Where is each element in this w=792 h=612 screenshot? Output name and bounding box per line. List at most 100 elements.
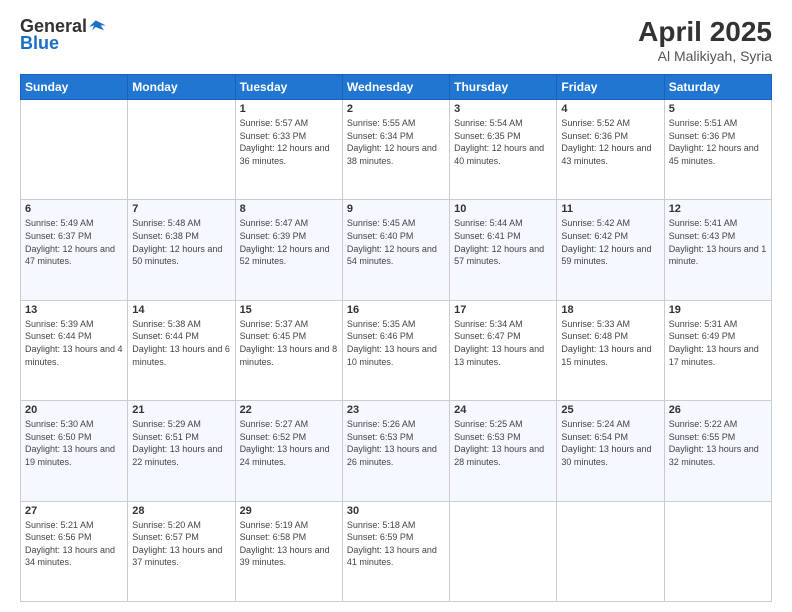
calendar-cell-w3-d7: 19 Sunrise: 5:31 AMSunset: 6:49 PMDayligh… bbox=[664, 300, 771, 400]
day-number: 6 bbox=[25, 203, 123, 215]
calendar-cell-w3-d6: 18 Sunrise: 5:33 AMSunset: 6:48 PMDayligh… bbox=[557, 300, 664, 400]
day-number: 27 bbox=[25, 505, 123, 517]
day-info: Sunrise: 5:55 AMSunset: 6:34 PMDaylight:… bbox=[347, 117, 445, 167]
calendar-cell-w3-d1: 13 Sunrise: 5:39 AMSunset: 6:44 PMDayligh… bbox=[21, 300, 128, 400]
day-number: 21 bbox=[132, 404, 230, 416]
day-number: 10 bbox=[454, 203, 552, 215]
day-number: 20 bbox=[25, 404, 123, 416]
day-number: 24 bbox=[454, 404, 552, 416]
day-number: 17 bbox=[454, 304, 552, 316]
logo: General Blue bbox=[20, 16, 109, 54]
calendar-cell-w5-d5 bbox=[450, 501, 557, 601]
col-saturday: Saturday bbox=[664, 75, 771, 100]
day-number: 8 bbox=[240, 203, 338, 215]
day-number: 13 bbox=[25, 304, 123, 316]
day-number: 4 bbox=[561, 103, 659, 115]
calendar-week-1: 1 Sunrise: 5:57 AMSunset: 6:33 PMDaylight… bbox=[21, 100, 772, 200]
day-info: Sunrise: 5:54 AMSunset: 6:35 PMDaylight:… bbox=[454, 117, 552, 167]
calendar-cell-w5-d7 bbox=[664, 501, 771, 601]
day-info: Sunrise: 5:51 AMSunset: 6:36 PMDaylight:… bbox=[669, 117, 767, 167]
calendar-cell-w2-d4: 9 Sunrise: 5:45 AMSunset: 6:40 PMDaylight… bbox=[342, 200, 449, 300]
day-info: Sunrise: 5:18 AMSunset: 6:59 PMDaylight:… bbox=[347, 519, 445, 569]
calendar-table: Sunday Monday Tuesday Wednesday Thursday… bbox=[20, 74, 772, 602]
day-number: 5 bbox=[669, 103, 767, 115]
calendar-week-4: 20 Sunrise: 5:30 AMSunset: 6:50 PMDayligh… bbox=[21, 401, 772, 501]
calendar-cell-w2-d2: 7Sunrise: 5:48 AMSunset: 6:38 PMDaylight… bbox=[128, 200, 235, 300]
day-info: Sunrise: 5:45 AMSunset: 6:40 PMDaylight:… bbox=[347, 217, 445, 267]
calendar-week-2: 6 Sunrise: 5:49 AMSunset: 6:37 PMDaylight… bbox=[21, 200, 772, 300]
calendar-cell-w2-d5: 10 Sunrise: 5:44 AMSunset: 6:41 PMDayligh… bbox=[450, 200, 557, 300]
calendar-cell-w1-d3: 1 Sunrise: 5:57 AMSunset: 6:33 PMDaylight… bbox=[235, 100, 342, 200]
day-info: Sunrise: 5:33 AMSunset: 6:48 PMDaylight:… bbox=[561, 318, 659, 368]
location-subtitle: Al Malikiyah, Syria bbox=[638, 48, 772, 64]
calendar-cell-w3-d5: 17Sunrise: 5:34 AMSunset: 6:47 PMDayligh… bbox=[450, 300, 557, 400]
calendar-cell-w4-d6: 25 Sunrise: 5:24 AMSunset: 6:54 PMDayligh… bbox=[557, 401, 664, 501]
col-wednesday: Wednesday bbox=[342, 75, 449, 100]
day-info: Sunrise: 5:31 AMSunset: 6:49 PMDaylight:… bbox=[669, 318, 767, 368]
day-info: Sunrise: 5:29 AMSunset: 6:51 PMDaylight:… bbox=[132, 418, 230, 468]
day-info: Sunrise: 5:38 AMSunset: 6:44 PMDaylight:… bbox=[132, 318, 230, 368]
day-number: 12 bbox=[669, 203, 767, 215]
day-number: 2 bbox=[347, 103, 445, 115]
day-info: Sunrise: 5:37 AMSunset: 6:45 PMDaylight:… bbox=[240, 318, 338, 368]
day-info: Sunrise: 5:27 AMSunset: 6:52 PMDaylight:… bbox=[240, 418, 338, 468]
day-info: Sunrise: 5:35 AMSunset: 6:46 PMDaylight:… bbox=[347, 318, 445, 368]
calendar-cell-w2-d3: 8 Sunrise: 5:47 AMSunset: 6:39 PMDaylight… bbox=[235, 200, 342, 300]
day-info: Sunrise: 5:22 AMSunset: 6:55 PMDaylight:… bbox=[669, 418, 767, 468]
day-info: Sunrise: 5:44 AMSunset: 6:41 PMDaylight:… bbox=[454, 217, 552, 267]
day-info: Sunrise: 5:21 AMSunset: 6:56 PMDaylight:… bbox=[25, 519, 123, 569]
calendar-cell-w4-d4: 23 Sunrise: 5:26 AMSunset: 6:53 PMDayligh… bbox=[342, 401, 449, 501]
day-number: 28 bbox=[132, 505, 230, 517]
calendar-cell-w2-d6: 11Sunrise: 5:42 AMSunset: 6:42 PMDayligh… bbox=[557, 200, 664, 300]
day-number: 14 bbox=[132, 304, 230, 316]
calendar-cell-w5-d2: 28 Sunrise: 5:20 AMSunset: 6:57 PMDayligh… bbox=[128, 501, 235, 601]
calendar-cell-w5-d6 bbox=[557, 501, 664, 601]
day-info: Sunrise: 5:20 AMSunset: 6:57 PMDaylight:… bbox=[132, 519, 230, 569]
calendar-cell-w2-d1: 6 Sunrise: 5:49 AMSunset: 6:37 PMDaylight… bbox=[21, 200, 128, 300]
day-number: 29 bbox=[240, 505, 338, 517]
title-block: April 2025 Al Malikiyah, Syria bbox=[638, 16, 772, 64]
day-number: 23 bbox=[347, 404, 445, 416]
day-number: 9 bbox=[347, 203, 445, 215]
col-sunday: Sunday bbox=[21, 75, 128, 100]
day-number: 15 bbox=[240, 304, 338, 316]
day-number: 26 bbox=[669, 404, 767, 416]
calendar-cell-w5-d4: 30 Sunrise: 5:18 AMSunset: 6:59 PMDayligh… bbox=[342, 501, 449, 601]
day-info: Sunrise: 5:19 AMSunset: 6:58 PMDaylight:… bbox=[240, 519, 338, 569]
header: General Blue April 2025 Al Malikiyah, Sy… bbox=[20, 16, 772, 64]
day-number: 19 bbox=[669, 304, 767, 316]
calendar-week-3: 13 Sunrise: 5:39 AMSunset: 6:44 PMDayligh… bbox=[21, 300, 772, 400]
calendar-cell-w4-d2: 21 Sunrise: 5:29 AMSunset: 6:51 PMDayligh… bbox=[128, 401, 235, 501]
day-info: Sunrise: 5:47 AMSunset: 6:39 PMDaylight:… bbox=[240, 217, 338, 267]
day-number: 30 bbox=[347, 505, 445, 517]
calendar-header-row: Sunday Monday Tuesday Wednesday Thursday… bbox=[21, 75, 772, 100]
day-info: Sunrise: 5:26 AMSunset: 6:53 PMDaylight:… bbox=[347, 418, 445, 468]
calendar-cell-w1-d7: 5 Sunrise: 5:51 AMSunset: 6:36 PMDaylight… bbox=[664, 100, 771, 200]
day-info: Sunrise: 5:30 AMSunset: 6:50 PMDaylight:… bbox=[25, 418, 123, 468]
calendar-cell-w5-d1: 27 Sunrise: 5:21 AMSunset: 6:56 PMDayligh… bbox=[21, 501, 128, 601]
calendar-cell-w3-d3: 15 Sunrise: 5:37 AMSunset: 6:45 PMDayligh… bbox=[235, 300, 342, 400]
day-number: 18 bbox=[561, 304, 659, 316]
calendar-cell-w4-d3: 22 Sunrise: 5:27 AMSunset: 6:52 PMDayligh… bbox=[235, 401, 342, 501]
day-info: Sunrise: 5:42 AMSunset: 6:42 PMDaylight:… bbox=[561, 217, 659, 267]
day-info: Sunrise: 5:48 AMSunset: 6:38 PMDaylight:… bbox=[132, 217, 230, 267]
day-info: Sunrise: 5:49 AMSunset: 6:37 PMDaylight:… bbox=[25, 217, 123, 267]
day-number: 25 bbox=[561, 404, 659, 416]
calendar-cell-w4-d5: 24 Sunrise: 5:25 AMSunset: 6:53 PMDayligh… bbox=[450, 401, 557, 501]
calendar-cell-w4-d1: 20 Sunrise: 5:30 AMSunset: 6:50 PMDayligh… bbox=[21, 401, 128, 501]
calendar-week-5: 27 Sunrise: 5:21 AMSunset: 6:56 PMDayligh… bbox=[21, 501, 772, 601]
logo-blue-text: Blue bbox=[20, 33, 59, 54]
calendar-cell-w3-d4: 16Sunrise: 5:35 AMSunset: 6:46 PMDayligh… bbox=[342, 300, 449, 400]
day-info: Sunrise: 5:25 AMSunset: 6:53 PMDaylight:… bbox=[454, 418, 552, 468]
calendar-cell-w1-d4: 2 Sunrise: 5:55 AMSunset: 6:34 PMDaylight… bbox=[342, 100, 449, 200]
day-info: Sunrise: 5:24 AMSunset: 6:54 PMDaylight:… bbox=[561, 418, 659, 468]
page: General Blue April 2025 Al Malikiyah, Sy… bbox=[0, 0, 792, 612]
calendar-cell-w1-d6: 4Sunrise: 5:52 AMSunset: 6:36 PMDaylight… bbox=[557, 100, 664, 200]
col-friday: Friday bbox=[557, 75, 664, 100]
day-info: Sunrise: 5:57 AMSunset: 6:33 PMDaylight:… bbox=[240, 117, 338, 167]
calendar-cell-w1-d1 bbox=[21, 100, 128, 200]
day-number: 1 bbox=[240, 103, 338, 115]
day-number: 22 bbox=[240, 404, 338, 416]
logo-bird-icon bbox=[89, 17, 109, 37]
day-info: Sunrise: 5:39 AMSunset: 6:44 PMDaylight:… bbox=[25, 318, 123, 368]
